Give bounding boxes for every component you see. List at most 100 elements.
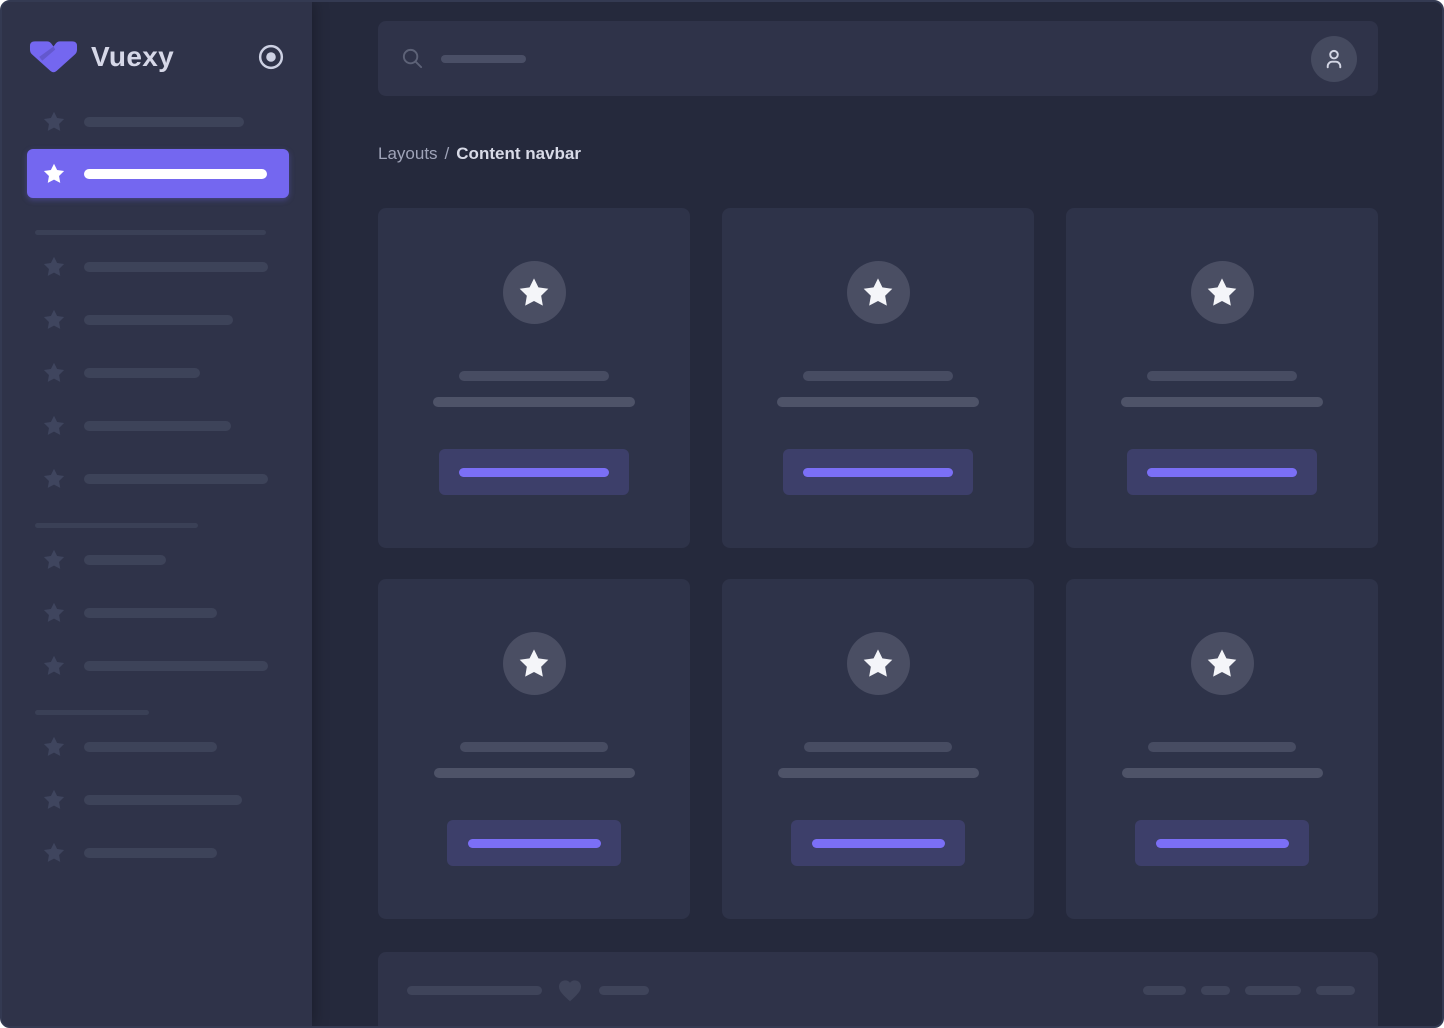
card-button-skeleton[interactable]: [791, 820, 965, 866]
footer-link-skeleton[interactable]: [1316, 986, 1355, 995]
nav-section-header-skeleton: [35, 523, 198, 528]
sidebar-item[interactable]: [27, 467, 289, 491]
app-window: Vuexy: [0, 0, 1444, 1028]
sidebar-item[interactable]: [27, 548, 289, 572]
card-text-skeleton: [433, 397, 635, 407]
star-icon: [42, 788, 66, 812]
breadcrumb-separator: /: [445, 144, 450, 163]
nav-label-skeleton: [84, 795, 242, 805]
content-card: [722, 208, 1034, 548]
vuexy-logo-icon: [29, 40, 78, 74]
sidebar-item[interactable]: [27, 841, 289, 865]
footer-text-skeleton: [599, 986, 649, 995]
nav-label-skeleton: [84, 169, 267, 179]
card-text-skeleton: [803, 371, 953, 381]
menu-pin-toggle-icon[interactable]: [257, 43, 285, 71]
star-icon: [42, 654, 66, 678]
person-icon: [1321, 46, 1347, 72]
footer-link-skeleton[interactable]: [1245, 986, 1301, 995]
card-avatar-circle: [1191, 632, 1254, 695]
card-text-skeleton: [459, 371, 609, 381]
content-card: [722, 579, 1034, 919]
star-icon: [861, 647, 895, 681]
star-icon: [1205, 647, 1239, 681]
card-button-skeleton[interactable]: [447, 820, 621, 866]
sidebar-item[interactable]: [27, 654, 289, 678]
card-button-skeleton[interactable]: [1127, 449, 1317, 495]
nav-label-skeleton: [84, 315, 233, 325]
card-grid: [378, 208, 1378, 919]
star-icon: [517, 276, 551, 310]
card-avatar-circle: [1191, 261, 1254, 324]
star-icon: [42, 414, 66, 438]
sidebar-item[interactable]: [27, 110, 289, 134]
star-icon: [42, 735, 66, 759]
card-text-skeleton: [1122, 768, 1323, 778]
card-text-skeleton: [1148, 742, 1296, 752]
card-avatar-circle: [847, 632, 910, 695]
nav-label-skeleton: [84, 848, 217, 858]
nav-label-skeleton: [84, 555, 166, 565]
sidebar-item[interactable]: [27, 308, 289, 332]
star-icon: [42, 308, 66, 332]
nav-label-skeleton: [84, 661, 268, 671]
sidebar: Vuexy: [2, 2, 312, 1026]
star-icon: [42, 601, 66, 625]
sidebar-item[interactable]: [27, 601, 289, 625]
button-label-skeleton: [1147, 468, 1297, 477]
nav-label-skeleton: [84, 368, 200, 378]
card-avatar-circle: [503, 261, 566, 324]
user-avatar-button[interactable]: [1311, 36, 1357, 82]
content-card: [378, 208, 690, 548]
footer-link-skeleton[interactable]: [1201, 986, 1230, 995]
heart-icon: [555, 977, 585, 1004]
footer-card: [378, 952, 1378, 1028]
nav-label-skeleton: [84, 262, 268, 272]
card-text-skeleton: [777, 397, 979, 407]
breadcrumb: Layouts / Content navbar: [378, 144, 1378, 164]
footer-content: [407, 976, 1355, 1004]
breadcrumb-current: Content navbar: [456, 144, 581, 163]
content-card: [1066, 208, 1378, 548]
card-text-skeleton: [460, 742, 608, 752]
breadcrumb-parent-link[interactable]: Layouts: [378, 144, 438, 163]
sidebar-item-active[interactable]: [27, 149, 289, 198]
app-title: Vuexy: [91, 41, 174, 73]
footer-text-skeleton: [407, 986, 542, 995]
nav-label-skeleton: [84, 474, 268, 484]
star-icon: [42, 548, 66, 572]
search-icon: [401, 47, 424, 70]
sidebar-item[interactable]: [27, 735, 289, 759]
content-card: [378, 579, 690, 919]
card-text-skeleton: [434, 768, 635, 778]
nav-label-skeleton: [84, 421, 231, 431]
footer-links: [1143, 986, 1355, 995]
sidebar-item[interactable]: [27, 788, 289, 812]
sidebar-item[interactable]: [27, 255, 289, 279]
star-icon: [42, 255, 66, 279]
footer-link-skeleton[interactable]: [1143, 986, 1186, 995]
nav-label-skeleton: [84, 742, 217, 752]
card-text-skeleton: [804, 742, 952, 752]
card-button-skeleton[interactable]: [439, 449, 629, 495]
content-card: [1066, 579, 1378, 919]
star-icon: [1205, 276, 1239, 310]
sidebar-item[interactable]: [27, 361, 289, 385]
star-icon: [42, 467, 66, 491]
card-avatar-circle: [847, 261, 910, 324]
nav-label-skeleton: [84, 608, 217, 618]
card-text-skeleton: [1121, 397, 1323, 407]
card-button-skeleton[interactable]: [783, 449, 973, 495]
card-text-skeleton: [778, 768, 979, 778]
card-avatar-circle: [503, 632, 566, 695]
button-label-skeleton: [459, 468, 609, 477]
star-icon: [861, 276, 895, 310]
main-area: Layouts / Content navbar: [312, 2, 1442, 1026]
button-label-skeleton: [1156, 839, 1289, 848]
search-bar[interactable]: [378, 21, 1378, 96]
sidebar-nav: [2, 110, 312, 914]
sidebar-item[interactable]: [27, 414, 289, 438]
button-label-skeleton: [468, 839, 601, 848]
nav-label-skeleton: [84, 117, 244, 127]
card-button-skeleton[interactable]: [1135, 820, 1309, 866]
